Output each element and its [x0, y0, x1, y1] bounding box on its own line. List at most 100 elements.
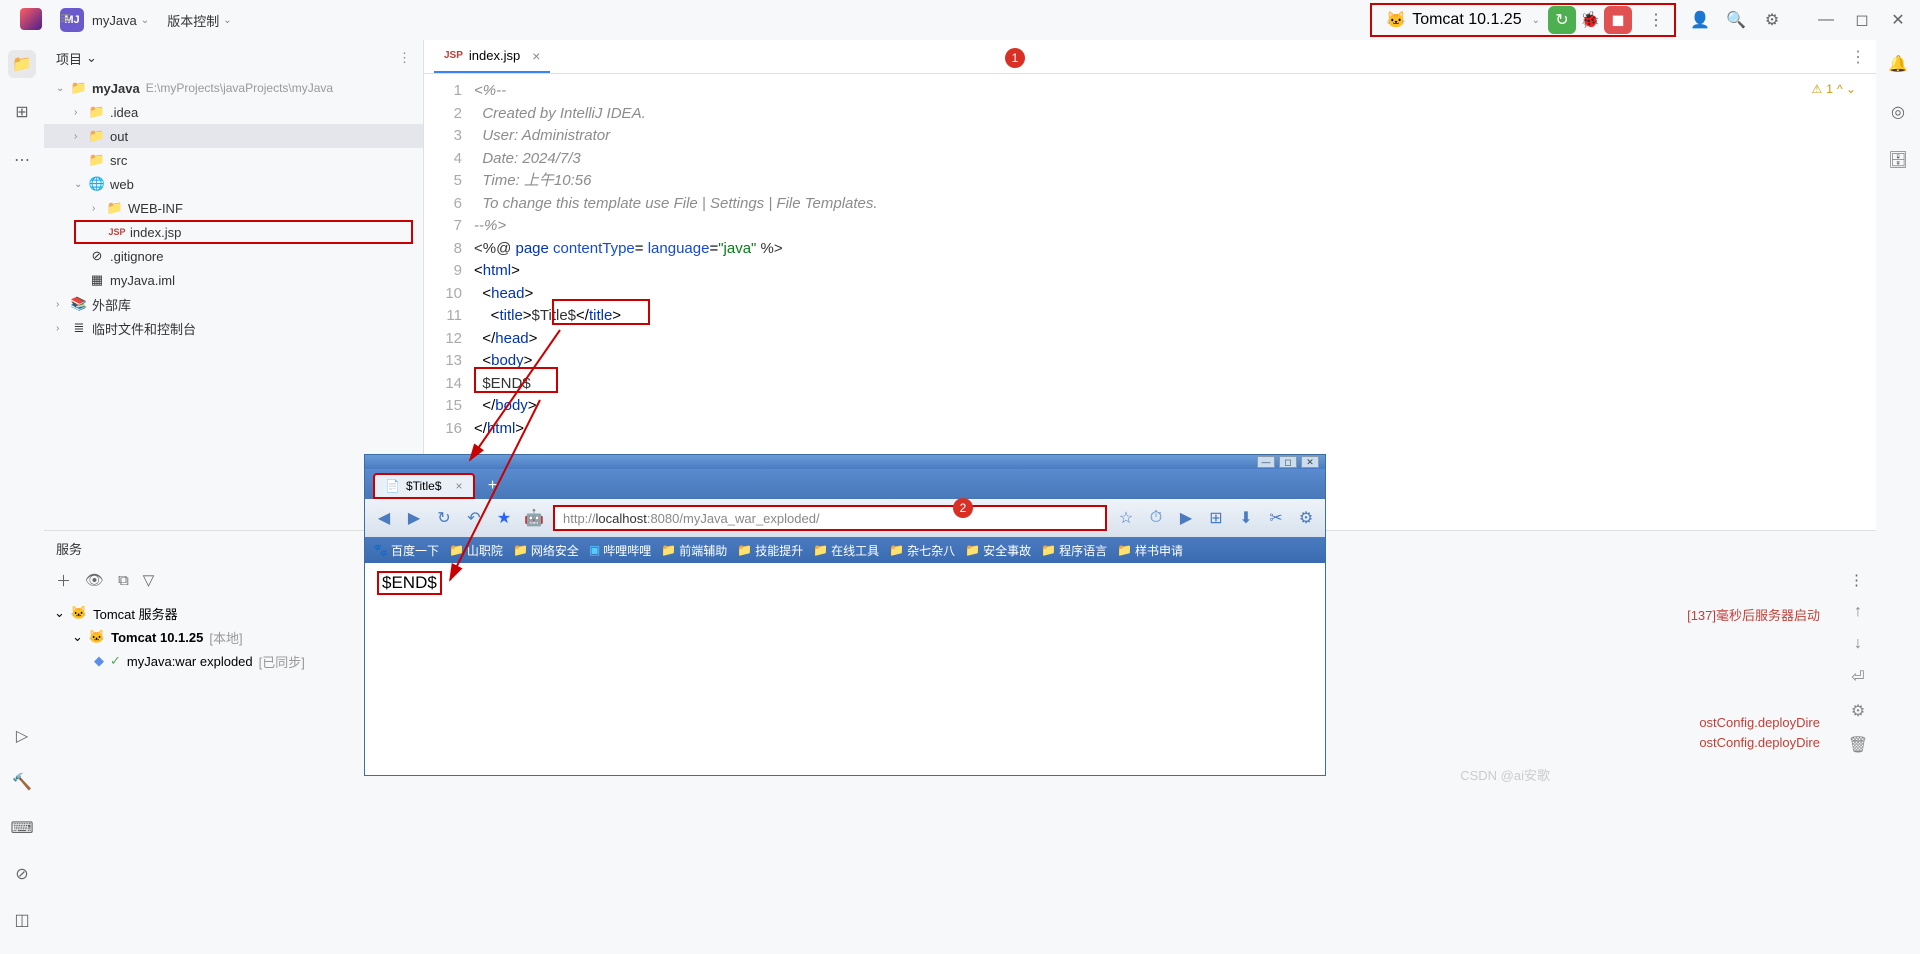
back-icon[interactable]: ◀ [373, 507, 395, 529]
close-tab-icon[interactable]: × [532, 48, 540, 64]
chevron-down-icon[interactable]: ⌄ [223, 15, 231, 26]
maximize-icon[interactable]: ◻ [1850, 8, 1874, 32]
watermark: CSDN @ai安歌 [1460, 765, 1550, 784]
close-icon[interactable]: ✕ [1886, 8, 1910, 32]
search-icon[interactable]: 🔍 [1724, 8, 1748, 32]
bookmark-item[interactable]: 📁程序语言 [1041, 542, 1107, 559]
inspection-widget[interactable]: ⚠ 1 ^ ⌄ [1812, 82, 1856, 96]
bookmark-item[interactable]: 📁样书申请 [1117, 542, 1183, 559]
address-bar[interactable]: http://localhost:8080/myJava_war_explode… [553, 505, 1107, 531]
bookmark-item[interactable]: 📁安全事故 [965, 542, 1031, 559]
add-icon[interactable]: ＋ [56, 570, 71, 591]
bookmark-item[interactable]: 📁在线工具 [813, 542, 879, 559]
tree-root[interactable]: ⌄📁myJavaE:\myProjects\javaProjects\myJav… [44, 76, 423, 100]
run-tool-icon[interactable]: ▷ [8, 722, 36, 750]
minimize-icon[interactable]: — [1814, 8, 1838, 32]
services-artifact[interactable]: ◆✓myJava:war exploded [已同步] [54, 649, 354, 673]
tree-item-scratch[interactable]: ›≣临时文件和控制台 [44, 316, 423, 340]
scroll-up-icon[interactable]: ↑ [1854, 603, 1862, 621]
log-line: ostConfig.deployDire [1699, 735, 1820, 750]
browser-titlebar: — ◻ ✕ [365, 455, 1325, 469]
tabs-more-icon[interactable]: ⋮ [1850, 47, 1866, 67]
ai-icon[interactable]: 🤖 [523, 507, 545, 529]
run-config-label: Tomcat 10.1.25 [1412, 11, 1521, 29]
chevron-down-icon[interactable]: ⌄ [141, 15, 149, 26]
download-icon[interactable]: ⬇ [1235, 507, 1257, 529]
vcs-tool-icon[interactable]: ◫ [8, 906, 36, 934]
tree-item-webinf[interactable]: ›📁WEB-INF [44, 196, 423, 220]
tree-item-gitignore[interactable]: ⊘.gitignore [44, 244, 423, 268]
tomcat-icon: 🐱 [1386, 10, 1406, 30]
project-name[interactable]: myJava [92, 13, 137, 28]
code-with-me-icon[interactable]: 👤 [1688, 8, 1712, 32]
services-root[interactable]: ⌄🐱Tomcat 服务器 [54, 601, 354, 625]
project-tool-icon[interactable]: 📁 [8, 50, 36, 78]
browser-tab[interactable]: 📄 $Title$ × [373, 473, 475, 499]
build-tool-icon[interactable]: 🔨 [8, 768, 36, 796]
tree-item-out[interactable]: ›📁out [44, 124, 423, 148]
database-icon[interactable]: 🗄 [1884, 146, 1912, 174]
bookmark-item[interactable]: 📁网络安全 [513, 542, 579, 559]
undo-icon[interactable]: ↶ [463, 507, 485, 529]
tree-item-web[interactable]: ⌄🌐web [44, 172, 423, 196]
eye-icon[interactable]: 👁 [85, 571, 104, 589]
close-tab-icon[interactable]: × [456, 479, 463, 493]
hamburger-icon[interactable]: ≡ [60, 8, 71, 29]
trash-icon[interactable]: 🗑 [1848, 735, 1868, 755]
forward-icon[interactable]: ▶ [403, 507, 425, 529]
settings-icon[interactable]: ⚙ [1851, 701, 1865, 721]
bookmark-item[interactable]: 🐾百度一下 [373, 542, 439, 559]
notifications-icon[interactable]: 🔔 [1884, 50, 1912, 78]
run-config-selector[interactable]: 🐱 Tomcat 10.1.25 ⌄ [1378, 10, 1548, 30]
code-area[interactable]: 12345678910111213141516 <%-- Created by … [424, 74, 1876, 440]
chevron-down-icon: ⌄ [1532, 15, 1540, 26]
debug-button[interactable]: 🐞 [1576, 6, 1604, 34]
close-icon[interactable]: ✕ [1301, 456, 1319, 468]
chevron-down-icon[interactable]: ⌄ [86, 50, 97, 66]
clock-icon[interactable]: ⏱ [1145, 507, 1167, 529]
tree-item-external[interactable]: ›📚外部库 [44, 292, 423, 316]
filter-icon[interactable]: ▽ [143, 571, 155, 589]
ai-icon[interactable]: ◎ [1884, 98, 1912, 126]
more-tool-icon[interactable]: ⋯ [8, 146, 36, 174]
play-icon[interactable]: ▶ [1175, 507, 1197, 529]
tree-item-indexjsp[interactable]: JSPindex.jsp [74, 220, 413, 244]
terminal-tool-icon[interactable]: ⌨ [8, 814, 36, 842]
grid-icon[interactable]: ⊞ [1205, 507, 1227, 529]
tree-item-idea[interactable]: ›📁.idea [44, 100, 423, 124]
scroll-down-icon[interactable]: ↓ [1854, 635, 1862, 653]
bookmark-item[interactable]: 📁前端辅助 [661, 542, 727, 559]
new-tab-icon[interactable]: + [481, 477, 505, 499]
problems-tool-icon[interactable]: ⊘ [8, 860, 36, 888]
panel-options-icon[interactable]: ⋮ [398, 50, 411, 66]
reload-icon[interactable]: ↻ [433, 507, 455, 529]
highlight-title [552, 299, 650, 325]
wrap-icon[interactable]: ⏎ [1851, 667, 1864, 687]
version-control-menu[interactable]: 版本控制 [167, 11, 219, 30]
tree-item-src[interactable]: 📁src [44, 148, 423, 172]
bookmark-item[interactable]: ▣哔哩哔哩 [589, 542, 651, 559]
window-icon[interactable]: ⧉ [118, 572, 129, 589]
cut-icon[interactable]: ✂ [1265, 507, 1287, 529]
settings-icon[interactable]: ⚙ [1760, 8, 1784, 32]
browser-window: — ◻ ✕ 📄 $Title$ × + ◀ ▶ ↻ ↶ ★ 🤖 http://l… [365, 455, 1325, 775]
services-config[interactable]: ⌄🐱Tomcat 10.1.25 [本地] [54, 625, 354, 649]
tab-indexjsp[interactable]: JSP index.jsp × [434, 40, 550, 73]
tree-item-iml[interactable]: ▦myJava.iml [44, 268, 423, 292]
bookmark-item[interactable]: 📁技能提升 [737, 542, 803, 559]
structure-tool-icon[interactable]: ⊞ [8, 98, 36, 126]
browser-tabs: 📄 $Title$ × + [365, 469, 1325, 499]
gear-icon[interactable]: ⚙ [1295, 507, 1317, 529]
options-icon[interactable]: ⋮ [1849, 571, 1864, 589]
root-name: myJava [92, 81, 140, 96]
bookmark-icon[interactable]: ☆ [1115, 507, 1137, 529]
stop-button[interactable]: ◼ [1604, 6, 1632, 34]
run-button[interactable]: ↻ [1548, 6, 1576, 34]
page-icon: 📄 [385, 479, 400, 493]
star-icon[interactable]: ★ [493, 507, 515, 529]
bookmark-item[interactable]: 📁杂七杂八 [889, 542, 955, 559]
maximize-icon[interactable]: ◻ [1279, 456, 1297, 468]
minimize-icon[interactable]: — [1257, 456, 1275, 468]
bookmark-item[interactable]: 📁山职院 [449, 542, 503, 559]
more-icon[interactable]: ⋮ [1644, 8, 1668, 32]
